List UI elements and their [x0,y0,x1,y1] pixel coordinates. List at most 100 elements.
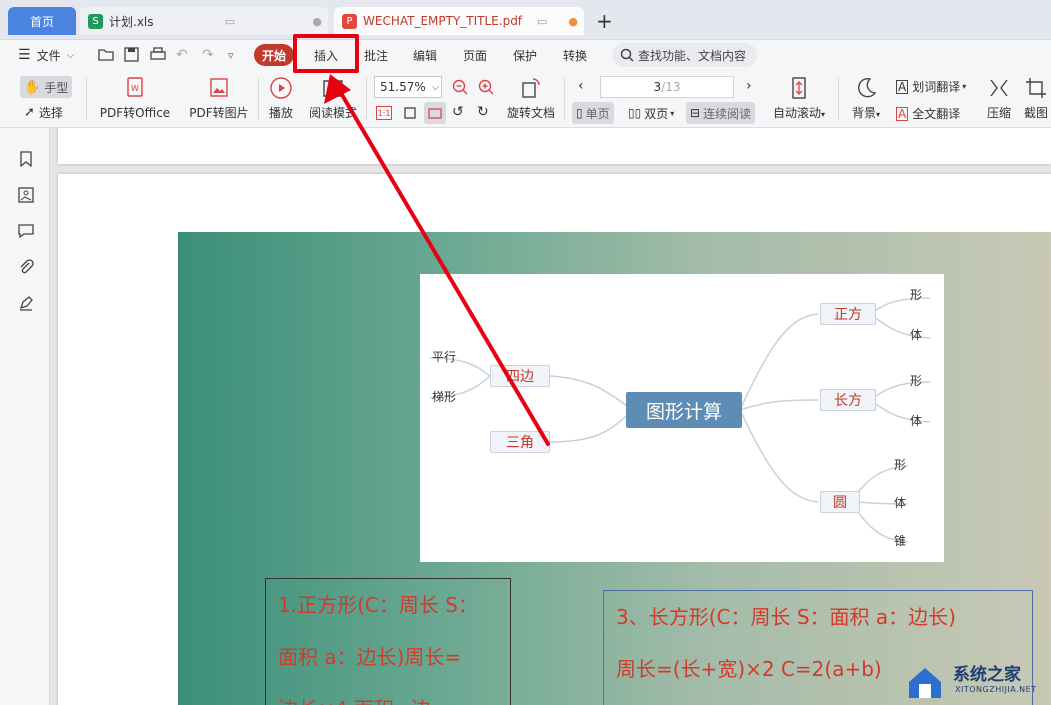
highlight-box-annotation [293,34,359,73]
tab-plan-xls[interactable]: S 计划.xls ▭ ● [80,7,328,35]
double-page-icon: ▯▯ [628,106,642,120]
save-icon[interactable] [124,47,139,62]
page-number-input[interactable]: 3 /13 [600,76,734,98]
menu-edit-label: 编辑 [413,48,438,63]
pin-icon[interactable]: ▭ [225,15,235,28]
read-mode-label: 阅读模式 [308,106,357,120]
site-watermark: 系统之家 XITONGZHIJIA.NET [905,658,1051,705]
actual-size-button[interactable]: 1:1 [376,106,392,120]
word-translate-button[interactable]: A 划词翻译 ▾ [896,78,966,95]
pdf-to-office-label: PDF转Office [99,106,171,120]
auto-scroll-button[interactable]: 自动滚动▾ [770,76,828,121]
continuous-read-button[interactable]: ⊟ 连续阅读 [686,102,756,124]
dropdown-arrow-icon: ▾ [962,82,967,91]
play-button[interactable]: 播放 [266,76,296,121]
tab-pdf-doc[interactable]: P WECHAT_EMPTY_TITLE.pdf ▭ ● [334,7,584,35]
tab-close-dot-icon[interactable]: ● [312,15,322,28]
rotate-doc-icon [522,78,540,98]
hand-tool-button[interactable]: ✋ 手型 [20,76,72,98]
undo-icon[interactable]: ↶ [176,45,188,65]
full-translate-button[interactable]: A 全文翻译 [896,105,960,122]
zoom-out-icon[interactable] [452,79,469,96]
divider [366,78,367,120]
book-icon [323,80,343,97]
pin-icon[interactable]: ▭ [537,15,547,28]
unsaved-dot-icon[interactable]: ● [568,15,578,28]
open-folder-icon[interactable] [98,47,115,62]
read-mode-button[interactable]: 阅读模式 [307,76,359,121]
mindmap-leaf: 体 [910,414,923,428]
thumbnail-icon[interactable] [15,184,37,206]
select-tool-button[interactable]: ➚ 选择 [24,104,63,121]
formula-line: 面积 a：边长)周长= [278,645,462,669]
hand-icon: ✋ [24,79,41,95]
watermark-title: 系统之家 [953,665,1021,685]
double-page-button[interactable]: ▯▯ 双页 ▾ [628,102,674,124]
signature-icon[interactable] [15,292,37,314]
rotate-doc-button[interactable]: 旋转文档 [505,76,557,121]
comment-icon[interactable] [15,220,37,242]
divider [564,78,565,120]
tab-home[interactable]: 首页 [8,7,76,35]
play-label: 播放 [268,106,293,120]
mindmap-node-triangle: 三角 [490,431,550,453]
pdf-to-office-button[interactable]: W PDF转Office [95,76,175,121]
hamburger-icon: ☰ [18,47,31,63]
menu-protect-label: 保护 [513,48,538,63]
screenshot-button[interactable]: 截图 [1024,76,1051,121]
compress-button[interactable]: 压缩 [984,76,1014,121]
rotate-right-icon[interactable]: ↻ [477,104,489,120]
menu-annotate[interactable]: 批注 [364,45,388,65]
background-button[interactable]: 背景▾ [848,76,884,121]
mindmap-leaf-trapezoid: 梯形 [432,390,457,404]
pdf-to-image-button[interactable]: PDF转图片 [189,76,249,121]
print-icon[interactable] [150,47,166,62]
zoom-value: 51.57% [380,80,426,94]
rotate-left-icon[interactable]: ↺ [452,104,464,120]
menu-page[interactable]: 页面 [463,45,487,65]
mindmap-node-rectangle: 长方 [820,389,876,411]
pdf-to-office-icon: W [127,77,143,97]
fit-width-button[interactable] [424,102,446,124]
mindmap-center: 图形计算 [626,392,742,428]
full-translate-label: 全文翻译 [912,107,961,121]
bookmark-icon[interactable] [15,148,37,170]
single-page-button[interactable]: ▯ 单页 [572,102,614,124]
next-page-icon[interactable]: › [746,78,752,94]
mindmap-node-square: 正方 [820,303,876,325]
menu-convert[interactable]: 转换 [563,45,587,65]
mindmap-leaf: 体 [894,496,907,510]
tab-pdf-label: WECHAT_EMPTY_TITLE.pdf [363,14,523,28]
search-box[interactable]: 查找功能、文档内容 [612,43,757,67]
moon-icon [858,78,877,98]
prev-page-icon[interactable]: ‹ [578,78,584,94]
tab-bar: 首页 S 计划.xls ▭ ● P WECHAT_EMPTY_TITLE.pdf… [0,0,1051,40]
tab-plan-xls-label: 计划.xls [109,14,154,29]
pdf-reader-window: 首页 S 计划.xls ▭ ● P WECHAT_EMPTY_TITLE.pdf… [0,0,1051,705]
continuous-icon: ⊟ [690,106,701,120]
mindmap-leaf: 形 [910,374,923,388]
menu-bar: ☰ 文件 ⌵ ↶ ↷ ▿ 开始 插入 批注 编辑 页面 保护 转换 查找功能、文… [0,40,1051,70]
select-label: 选择 [38,106,63,120]
zoom-in-icon[interactable] [478,79,495,96]
quick-access-dropdown-icon[interactable]: ▿ [228,45,234,65]
zoom-select[interactable]: 51.57% ⌵ [374,76,442,98]
menu-start[interactable]: 开始 [254,44,294,66]
screenshot-label: 截图 [1024,106,1049,120]
play-icon [270,77,292,99]
attachment-icon[interactable] [15,256,37,278]
menu-protect[interactable]: 保护 [513,45,537,65]
mindmap-leaf: 锥 [894,534,907,548]
menu-edit[interactable]: 编辑 [413,45,437,65]
menu-start-label: 开始 [261,48,286,63]
double-page-label: 双页 [644,106,669,121]
menu-convert-label: 转换 [563,48,588,63]
continuous-label: 连续阅读 [703,106,752,121]
formula-line: 边长×4 面积=边 [278,683,510,705]
redo-icon[interactable]: ↷ [202,45,214,65]
menu-file[interactable]: ☰ 文件 ⌵ [18,45,74,65]
mindmap-node-circle: 圆 [820,491,860,513]
fit-page-icon[interactable] [402,105,418,121]
document-viewport[interactable]: 图形计算 四边 三角 平行 梯形 正方 长方 圆 形 体 形 体 形 体 锥 1… [50,128,1051,705]
new-tab-button[interactable]: + [596,9,613,33]
